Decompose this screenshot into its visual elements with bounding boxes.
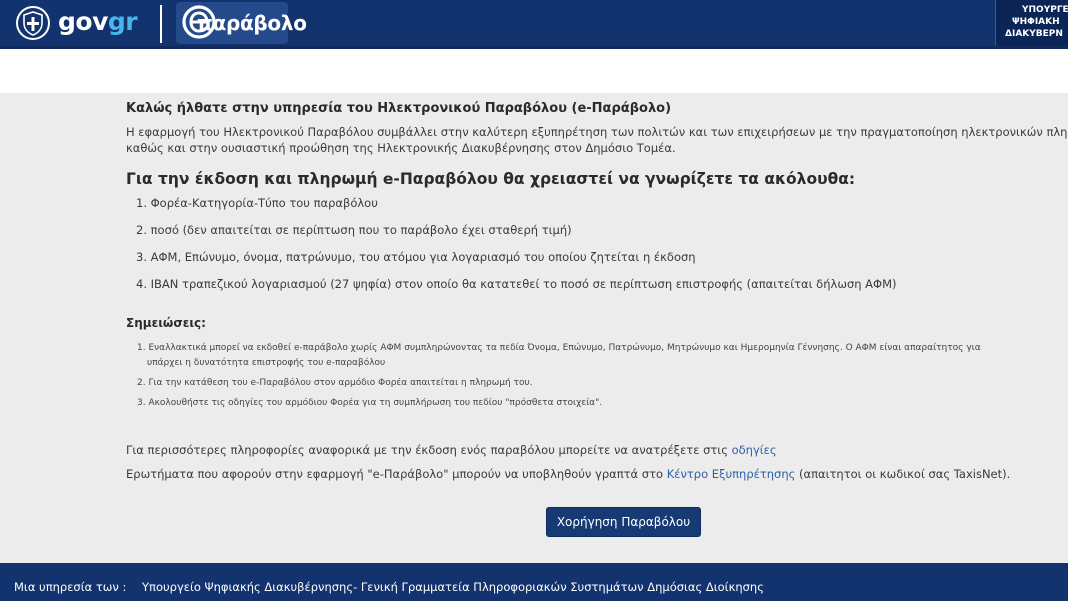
note-continuation: υπάρχει η δυνατότητα επιστροφής του e-πα… <box>147 358 386 368</box>
footer: Μια υπηρεσία των : Υπουργείο Ψηφιακής Δι… <box>0 563 1068 601</box>
footer-ministry-link[interactable]: Υπουργείο Ψηφιακής Διακυβέρνησης- Γενική… <box>142 580 764 594</box>
e-parabolo-logo-text: παράβολο <box>197 11 307 35</box>
requirement-item: 1. Φορέα-Κατηγορία-Τύπο του παραβόλου <box>136 196 378 210</box>
note-text: 1. Εναλλακτικά μπορεί να εκδοθεί e-παράβ… <box>137 343 981 353</box>
issue-parabolo-button-label: Χορήγηση Παραβόλου <box>556 515 691 529</box>
intro-line: καθώς και στην ουσιαστική προώθηση της Η… <box>126 141 676 155</box>
white-band <box>0 49 1068 93</box>
notes-title: Σημειώσεις: <box>126 316 206 330</box>
greek-emblem-icon[interactable] <box>16 6 50 40</box>
support-center-link[interactable]: Κέντρο Εξυπηρέτησης <box>667 467 796 481</box>
info-support: Ερωτήματα που αφορούν στην εφαρμογή "e-Π… <box>126 467 1010 481</box>
top-header: govgr παράβολο ΥΠΟΥΡΓΕ ΨΗΦΙΑΚΗ ΔΙΑΚΥΒΕΡΝ <box>0 0 1068 46</box>
intro-line: Η εφαρμογή του Ηλεκτρονικού Παραβόλου συ… <box>126 125 1068 139</box>
note-item: 1. Εναλλακτικά μπορεί να εκδοθεί e-παράβ… <box>137 341 981 371</box>
issue-parabolo-button[interactable]: Χορήγηση Παραβόλου <box>546 507 701 537</box>
requirement-item: 2. ποσό (δεν απαιτείται σε περίπτωση που… <box>136 223 572 237</box>
note-item: 3. Ακολουθήστε τις οδηγίες του αρμόδιου … <box>137 396 981 411</box>
info-instructions-text: Για περισσότερες πληροφορίες αναφορικά μ… <box>126 443 732 457</box>
requirements-heading: Για την έκδοση και πληρωμή e-Παραβόλου θ… <box>126 170 856 188</box>
info-instructions: Για περισσότερες πληροφορίες αναφορικά μ… <box>126 443 777 457</box>
requirement-item: 4. IBAN τραπεζικού λογαριασμού (27 ψηφία… <box>136 277 897 291</box>
govgr-logo-gr: gr <box>107 7 138 36</box>
info-support-suffix: (απαιτητοι οι κωδικοί σας TaxisNet). <box>795 467 1011 481</box>
info-support-text: Ερωτήματα που αφορούν στην εφαρμογή "e-Π… <box>126 467 667 481</box>
note-item: 2. Για την κατάθεση του e-Παραβόλου στον… <box>137 376 981 391</box>
govgr-logo[interactable]: govgr <box>58 4 138 40</box>
note-text: 2. Για την κατάθεση του e-Παραβόλου στον… <box>137 378 533 388</box>
ministry-line: ΥΠΟΥΡΓΕ <box>1022 5 1068 15</box>
ministry-logo[interactable]: ΥΠΟΥΡΓΕ ΨΗΦΙΑΚΗ ΔΙΑΚΥΒΕΡΝ <box>995 0 1068 46</box>
requirements-list: 1. Φορέα-Κατηγορία-Τύπο του παραβόλου 2.… <box>136 195 897 303</box>
notes-list: 1. Εναλλακτικά μπορεί να εκδοθεί e-παράβ… <box>137 341 981 416</box>
ministry-line: ΨΗΦΙΑΚΗ <box>1012 17 1060 27</box>
footer-label: Μια υπηρεσία των : <box>14 580 127 594</box>
govgr-logo-gov: gov <box>58 7 108 36</box>
header-divider <box>160 5 162 43</box>
note-text: 3. Ακολουθήστε τις οδηγίες του αρμόδιου … <box>137 398 603 408</box>
requirement-item: 3. ΑΦΜ, Επώνυμο, όνομα, πατρώνυμο, του α… <box>136 250 696 264</box>
ministry-line: ΔΙΑΚΥΒΕΡΝ <box>1005 29 1063 39</box>
welcome-title: Καλώς ήλθατε στην υπηρεσία του Ηλεκτρονι… <box>126 101 672 116</box>
main-content: Καλώς ήλθατε στην υπηρεσία του Ηλεκτρονι… <box>0 93 1068 563</box>
intro-paragraph: Η εφαρμογή του Ηλεκτρονικού Παραβόλου συ… <box>126 124 1068 156</box>
instructions-link[interactable]: οδηγίες <box>732 443 777 457</box>
